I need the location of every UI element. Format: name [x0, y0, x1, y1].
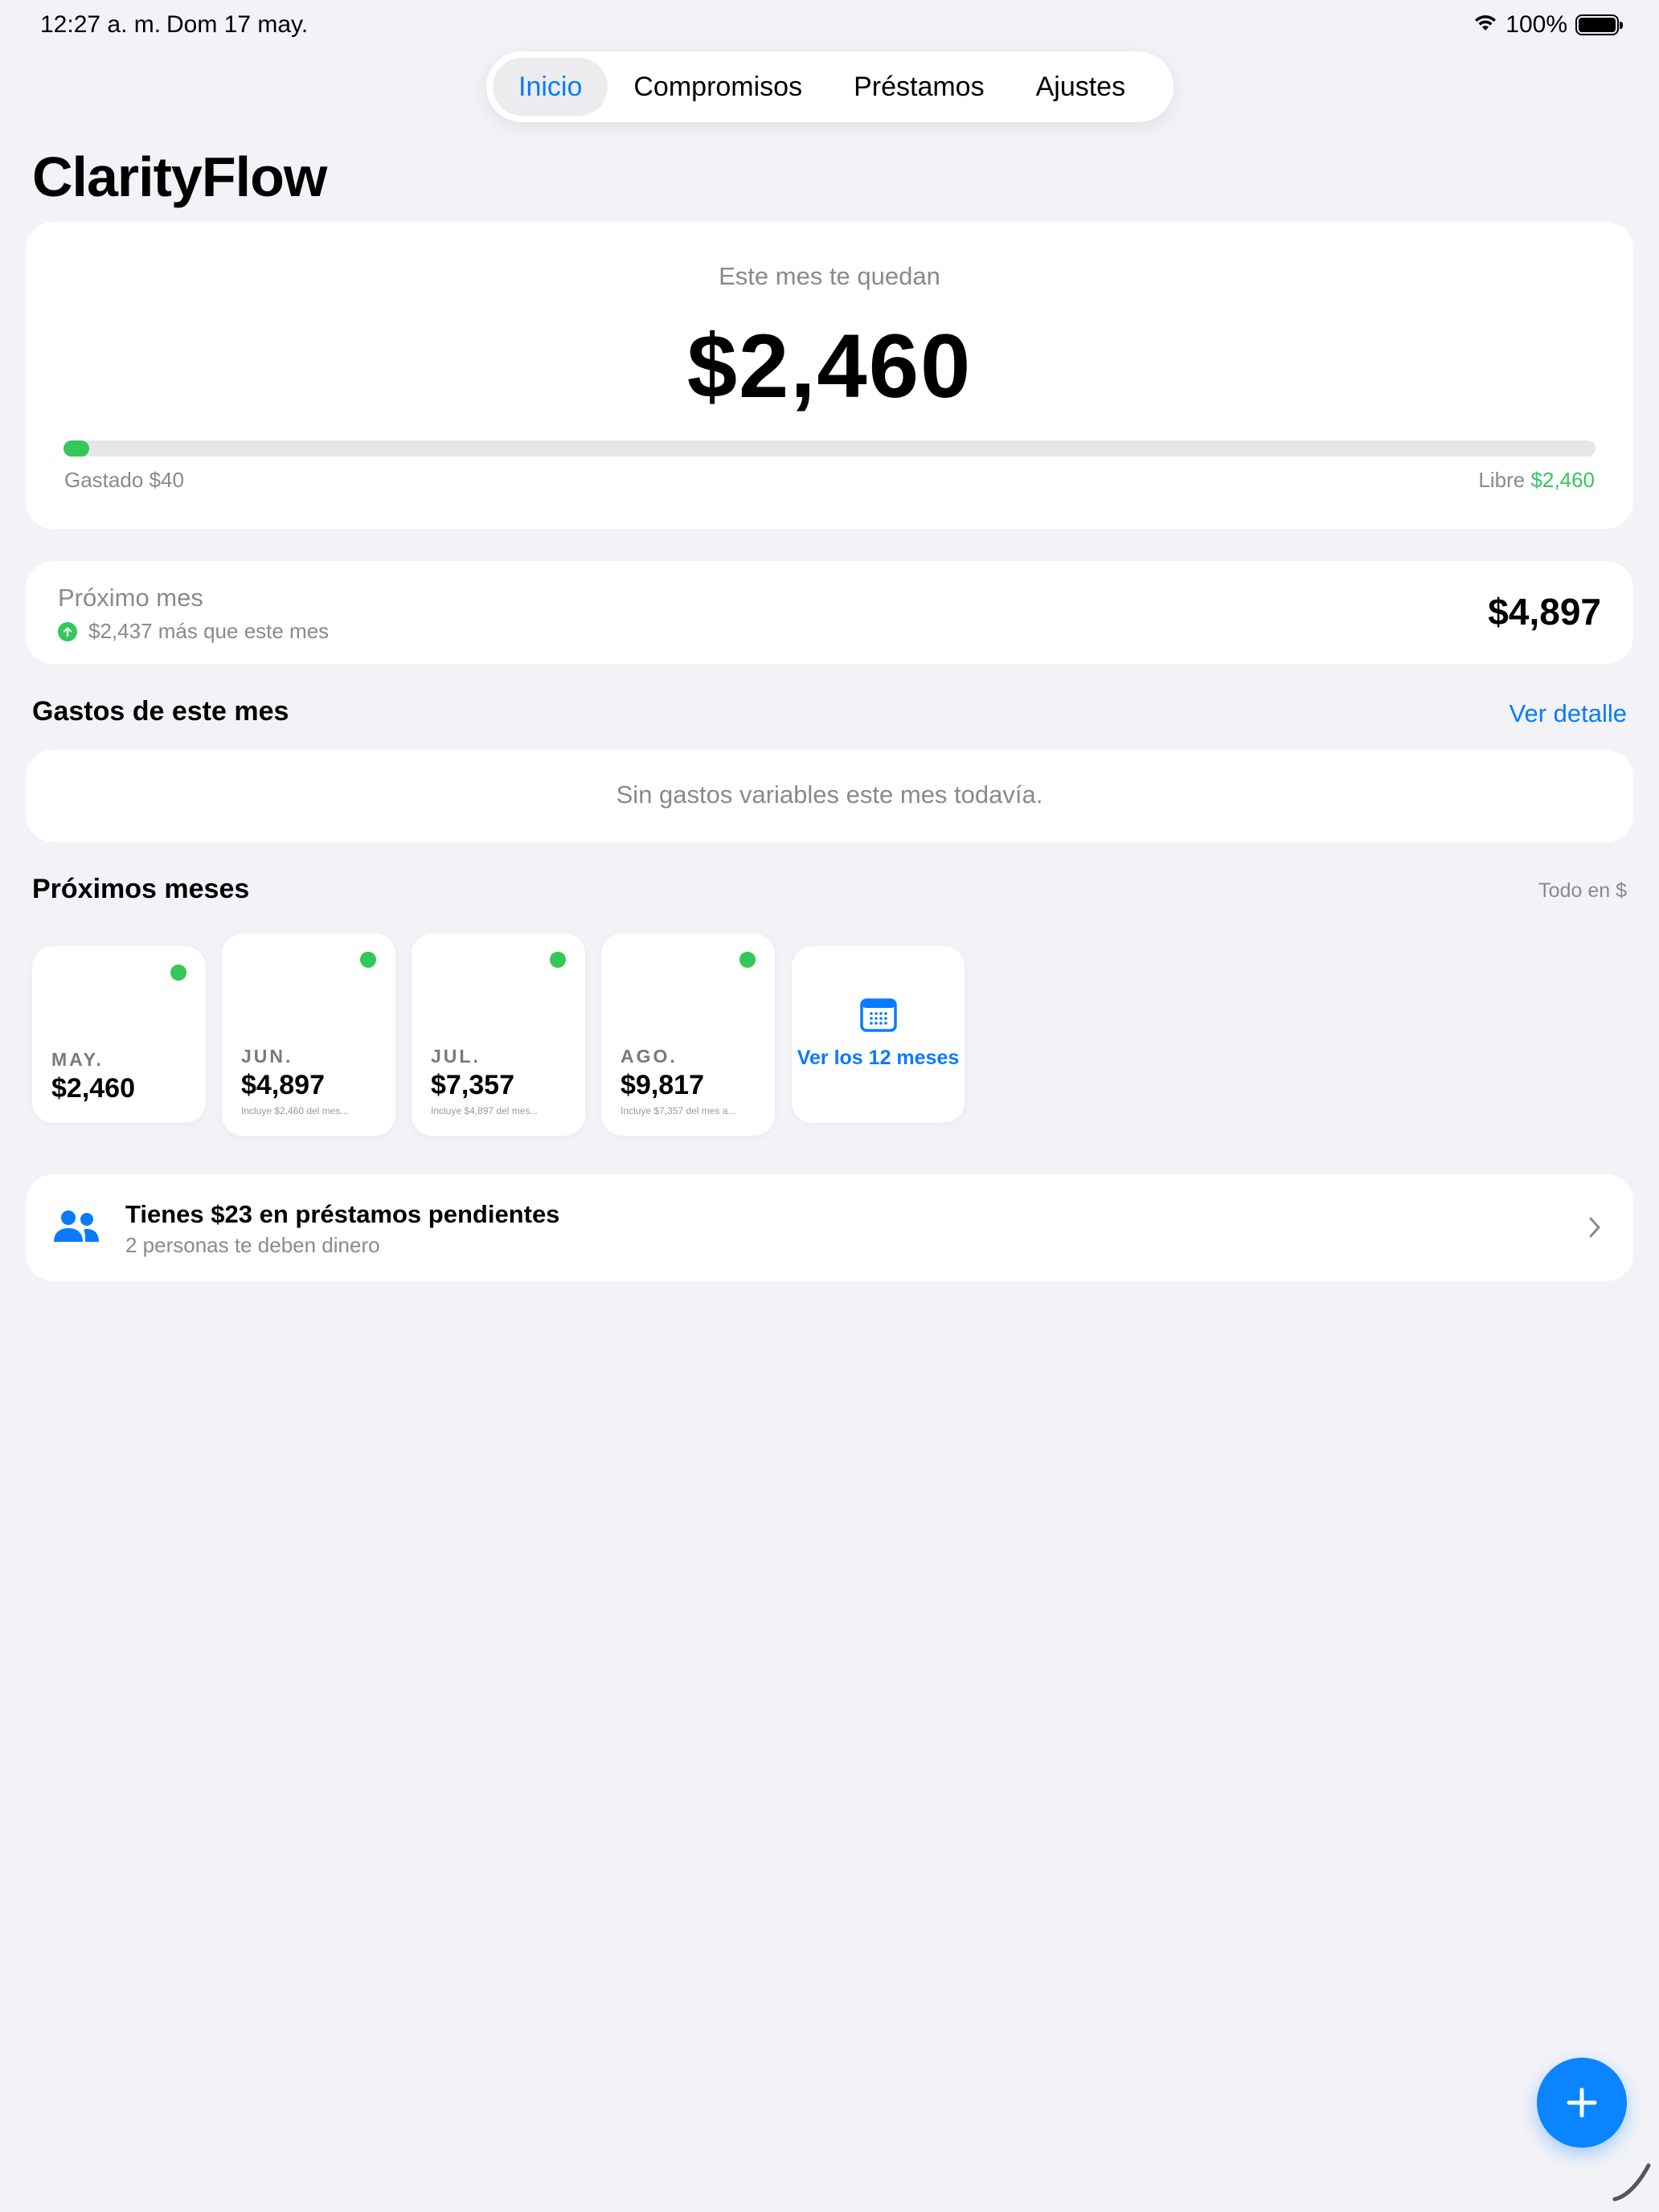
chevron-right-icon [1588, 1216, 1601, 1243]
add-button[interactable] [1537, 2058, 1627, 2148]
arrow-up-circle-icon [58, 621, 77, 641]
balance-label: Este mes te quedan [719, 262, 940, 290]
tab-inicio[interactable]: Inicio [493, 58, 608, 116]
wifi-icon [1473, 11, 1497, 39]
status-dot [739, 952, 756, 968]
spent-label: Gastado [64, 468, 144, 492]
status-dot [170, 965, 186, 981]
status-date: Dom 17 may. [166, 11, 309, 38]
month-amount: $9,817 [621, 1070, 704, 1100]
view-all-months-card[interactable]: Ver los 12 meses [792, 946, 965, 1123]
status-dot [550, 952, 566, 968]
people-icon [53, 1210, 100, 1247]
month-amount: $4,897 [241, 1070, 325, 1100]
month-note: Incluye $4,897 del mes... [431, 1105, 539, 1116]
plus-icon [1567, 2087, 1597, 2118]
status-time: 12:27 a. m. [40, 11, 162, 38]
spent-value: $40 [149, 468, 184, 492]
balance-amount: $2,460 [686, 316, 973, 416]
next-month-amount: $4,897 [1488, 591, 1601, 633]
battery-percent: 100% [1505, 11, 1567, 38]
pending-loans-card[interactable]: Tienes $23 en préstamos pendientes 2 per… [26, 1174, 1633, 1281]
free-value: $2,460 [1530, 468, 1595, 492]
tab-prestamos[interactable]: Préstamos [828, 58, 1010, 116]
month-card-may[interactable]: MAY. $2,460 [32, 946, 206, 1123]
status-indicators: 100% [1473, 11, 1623, 39]
next-month-title: Próximo mes [58, 584, 203, 612]
calendar-icon [860, 998, 897, 1036]
currency-note: Todo en $ [1538, 879, 1627, 902]
month-card-jun[interactable]: JUN. $4,897 Incluye $2,460 del mes... [222, 933, 395, 1136]
expenses-card: Sin gastos variables este mes todavía. [26, 750, 1633, 842]
page-title: ClarityFlow [32, 145, 327, 208]
upcoming-section-title: Próximos meses [32, 874, 250, 904]
month-amount: $7,357 [431, 1070, 514, 1100]
battery-icon [1575, 14, 1623, 35]
spending-progress-fill [63, 440, 89, 457]
month-label: MAY. [51, 1049, 104, 1070]
month-amount: $2,460 [51, 1073, 135, 1104]
month-note: Incluye $2,460 del mes... [241, 1105, 349, 1116]
tab-compromisos[interactable]: Compromisos [608, 58, 828, 116]
tab-ajustes[interactable]: Ajustes [1010, 58, 1152, 116]
spent-summary: Gastado $40 [64, 468, 184, 493]
month-label: JUN. [241, 1046, 293, 1067]
view-all-months-label: Ver los 12 meses [797, 1047, 960, 1069]
next-month-subtitle: $2,437 más que este mes [88, 619, 330, 643]
tab-bar: Inicio Compromisos Préstamos Ajustes [486, 51, 1174, 122]
view-detail-link[interactable]: Ver detalle [1509, 699, 1628, 728]
month-card-jul[interactable]: JUL. $7,357 Incluye $4,897 del mes... [412, 933, 585, 1136]
expenses-empty-message: Sin gastos variables este mes todavía. [616, 780, 1043, 809]
status-dot [360, 952, 376, 968]
free-label: Libre [1478, 468, 1526, 492]
loans-title: Tienes $23 en préstamos pendientes [125, 1200, 560, 1228]
month-note: Incluye $7,357 del mes a... [621, 1105, 736, 1116]
balance-card: Este mes te quedan $2,460 Gastado $40 Li… [26, 222, 1633, 529]
spending-progress-track [63, 440, 1596, 457]
next-month-subtitle-row: $2,437 más que este mes [58, 619, 329, 644]
next-month-card[interactable]: Próximo mes $2,437 más que este mes $4,8… [26, 561, 1633, 664]
expenses-section-title: Gastos de este mes [32, 696, 289, 727]
free-summary: Libre $2,460 [1478, 468, 1595, 493]
month-label: JUL. [431, 1046, 481, 1067]
month-label: AGO. [621, 1046, 678, 1067]
month-card-ago[interactable]: AGO. $9,817 Incluye $7,357 del mes a... [601, 933, 775, 1136]
pencil-stroke-icon [1612, 2162, 1652, 2206]
loans-subtitle: 2 personas te deben dinero [125, 1233, 380, 1257]
